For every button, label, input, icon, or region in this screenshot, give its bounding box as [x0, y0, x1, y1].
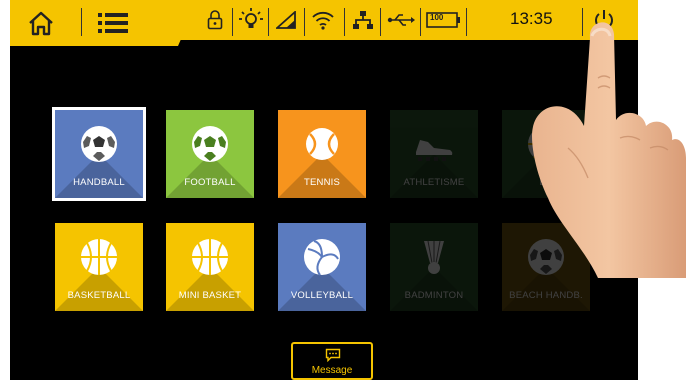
sport-tile-badminton[interactable]: BADMINTON [390, 223, 478, 311]
divider [304, 8, 305, 36]
tile-label: BEACH HANDB. [509, 290, 583, 301]
volleyball-icon [302, 237, 342, 277]
tile-label: HANDBALL [73, 177, 125, 188]
shuttlecock-icon [414, 237, 454, 277]
pointing-hand-image [532, 22, 686, 278]
sport-tile-athletisme[interactable]: ATHLETISME [390, 110, 478, 198]
sport-tile-football[interactable]: FOOTBALL [166, 110, 254, 198]
sneaker-icon [414, 124, 454, 164]
divider [232, 8, 233, 36]
basketball-icon [79, 237, 119, 277]
message-label: Message [311, 365, 353, 376]
tile-label: ATHLETISME [403, 177, 465, 188]
soccer-ball-icon [190, 124, 230, 164]
sport-tile-handball[interactable]: HANDBALL [52, 107, 146, 201]
network-icon [350, 9, 376, 31]
tile-label: TENNIS [303, 177, 341, 188]
menu-icon[interactable] [96, 8, 130, 38]
usb-icon [386, 10, 416, 30]
message-button[interactable]: Message [291, 342, 373, 380]
tile-label: VOLLEYBALL [290, 290, 354, 301]
divider [268, 8, 269, 36]
sport-tile-basketball[interactable]: BASKETBALL [55, 223, 143, 311]
sport-tile-volleyball[interactable]: VOLLEYBALL [278, 223, 366, 311]
tile-label: BASKETBALL [67, 290, 131, 301]
divider [81, 8, 82, 36]
tile-label: FOOTBALL [184, 177, 236, 188]
divider [344, 8, 345, 36]
tennis-ball-icon [302, 124, 342, 164]
sport-tile-mini-basket[interactable]: MINI BASKET [166, 223, 254, 311]
divider [380, 8, 381, 36]
ball-icon [79, 124, 119, 164]
sport-tile-tennis[interactable]: TENNIS [278, 110, 366, 198]
signal-icon [274, 9, 298, 31]
home-icon[interactable] [24, 6, 58, 40]
light-icon [238, 8, 264, 32]
lock-icon [204, 9, 226, 31]
tile-label: BADMINTON [404, 290, 464, 301]
basketball-icon [190, 237, 230, 277]
battery-label: 100 [430, 13, 444, 22]
divider [466, 8, 467, 36]
wifi-icon [310, 8, 336, 32]
battery-icon: 100 [426, 9, 462, 31]
tile-label: MINI BASKET [178, 290, 242, 301]
chat-icon [325, 348, 341, 362]
divider [420, 8, 421, 36]
